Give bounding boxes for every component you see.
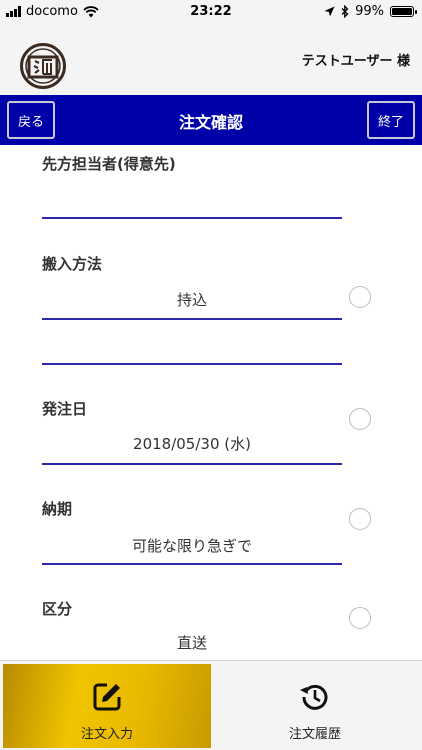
tab-label: 注文履歴 [288,727,341,742]
field-underline [42,217,342,219]
field-label-contact-person: 先方担当者(得意先) [42,155,176,173]
field-underline [42,563,342,565]
field-label-delivery-method: 搬入方法 [42,255,103,273]
field-value-delivery-method[interactable]: 持込 [42,289,342,310]
field-underline [42,318,342,320]
field-value-delivery-date[interactable]: 可能な限り急ぎで [42,535,342,556]
end-button[interactable]: 終了 [367,101,415,139]
navigation-bar: 戻る 注文確認 終了 [0,95,422,145]
user-name: テストユーザー 様 [301,54,410,69]
tab-label: 注文入力 [80,727,133,742]
edit-icon [93,683,121,711]
field-value-order-date[interactable]: 2018/05/30 (水) [42,433,342,454]
radio-category[interactable] [349,607,371,629]
location-icon [324,6,335,17]
bluetooth-icon [341,5,349,18]
field-label-order-date: 発注日 [42,400,88,418]
battery-icon [390,6,417,17]
field-label-delivery-date: 納期 [42,500,73,518]
field-underline [42,463,342,465]
company-logo [20,43,66,89]
tab-order-history[interactable]: 注文履歴 [211,664,419,748]
order-confirm-form: 先方担当者(得意先) 搬入方法 持込 発注日 2018/05/30 (水) 納期… [0,145,422,660]
tab-bar: 注文入力 注文履歴 [0,660,422,750]
status-bar: docomo 23:22 99% [0,0,422,24]
page-title: 注文確認 [178,113,243,132]
radio-order-date[interactable] [349,408,371,430]
radio-delivery-method[interactable] [349,286,371,308]
history-icon [300,684,328,710]
app-header: テストユーザー 様 [0,24,422,95]
field-underline [42,363,342,365]
tab-order-entry[interactable]: 注文入力 [3,664,211,748]
field-value-category[interactable]: 直送 [42,632,342,653]
battery-percent: 99% [355,4,384,19]
field-label-category: 区分 [42,600,73,618]
radio-delivery-date[interactable] [349,508,371,530]
